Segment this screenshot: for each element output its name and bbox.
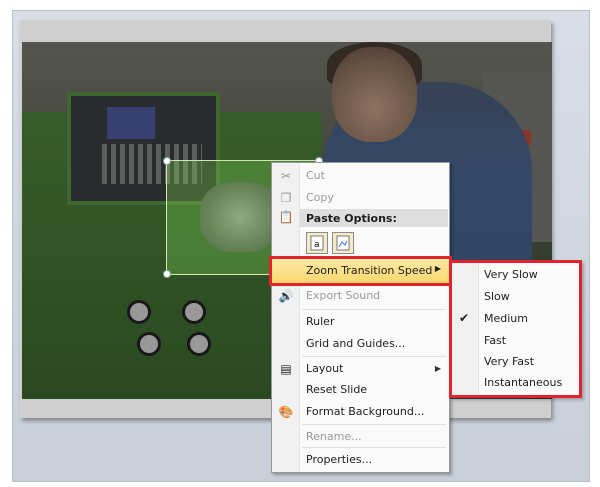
menu-separator bbox=[302, 356, 446, 357]
submenu-item-instantaneous[interactable]: Instantaneous bbox=[452, 372, 579, 394]
selection-handle[interactable] bbox=[163, 270, 171, 278]
paste-picture-icon[interactable] bbox=[332, 232, 354, 254]
menu-separator bbox=[302, 256, 446, 257]
menu-item-label: Copy bbox=[306, 191, 334, 204]
submenu-item-label: Instantaneous bbox=[484, 376, 563, 389]
submenu-arrow-icon: ▶ bbox=[434, 264, 441, 273]
menu-separator bbox=[302, 447, 446, 448]
copy-icon: ❐ bbox=[280, 191, 292, 205]
submenu-item-label: Slow bbox=[484, 290, 510, 303]
submenu-item-very-fast[interactable]: Very Fast bbox=[452, 351, 579, 373]
menu-item-rename[interactable]: Rename... bbox=[272, 426, 449, 448]
menu-separator bbox=[302, 424, 446, 425]
format-background-icon: 🎨 bbox=[278, 405, 294, 419]
menu-item-label: Layout bbox=[306, 362, 344, 375]
context-menu: ✂ Cut ❐ Copy 📋 Paste Options: a 🔊 Export… bbox=[271, 162, 450, 473]
export-sound-icon: 🔊 bbox=[278, 289, 294, 303]
layout-icon: ▤ bbox=[280, 362, 292, 376]
paste-options-label: Paste Options: bbox=[306, 212, 397, 225]
submenu-arrow-icon: ▶ bbox=[434, 364, 441, 373]
zoom-speed-submenu: Very Slow Slow ✔ Medium Fast Very Fast I… bbox=[449, 260, 582, 398]
checkmark-icon: ✔ bbox=[459, 311, 470, 325]
menu-item-format-background[interactable]: 🎨 Format Background... bbox=[272, 401, 449, 423]
menu-item-zoom-transition-speed[interactable]: Zoom Transition Speed ▶ bbox=[269, 256, 452, 286]
svg-text:a: a bbox=[314, 240, 320, 250]
menu-item-export-sound[interactable]: 🔊 Export Sound bbox=[272, 285, 449, 307]
menu-item-cut[interactable]: ✂ Cut bbox=[272, 165, 449, 187]
submenu-item-medium[interactable]: ✔ Medium bbox=[452, 308, 579, 330]
menu-item-label: Format Background... bbox=[306, 405, 425, 418]
submenu-item-very-slow[interactable]: Very Slow bbox=[452, 264, 579, 286]
menu-item-label: Grid and Guides... bbox=[306, 337, 406, 350]
submenu-item-fast[interactable]: Fast bbox=[452, 330, 579, 352]
menu-item-label: Zoom Transition Speed bbox=[306, 264, 433, 277]
menu-item-layout[interactable]: ▤ Layout ▶ bbox=[272, 358, 449, 380]
selection-handle[interactable] bbox=[163, 157, 171, 165]
menu-item-reset-slide[interactable]: Reset Slide bbox=[272, 379, 449, 401]
paste-options-header: Paste Options: bbox=[300, 209, 448, 227]
paste-icon: 📋 bbox=[278, 210, 294, 224]
menu-item-properties[interactable]: Properties... bbox=[272, 449, 449, 471]
menu-item-label: Export Sound bbox=[306, 289, 381, 302]
submenu-item-label: Fast bbox=[484, 334, 507, 347]
menu-item-grid-and-guides[interactable]: Grid and Guides... bbox=[272, 333, 449, 355]
submenu-item-label: Medium bbox=[484, 312, 528, 325]
menu-item-label: Reset Slide bbox=[306, 383, 368, 396]
submenu-item-label: Very Fast bbox=[484, 355, 535, 368]
menu-item-copy[interactable]: ❐ Copy bbox=[272, 187, 449, 209]
menu-item-label: Ruler bbox=[306, 315, 335, 328]
menu-item-label: Cut bbox=[306, 169, 325, 182]
menu-item-label: Properties... bbox=[306, 453, 373, 466]
menu-separator bbox=[302, 309, 446, 310]
paste-keep-text-icon[interactable]: a bbox=[306, 232, 328, 254]
submenu-item-label: Very Slow bbox=[484, 268, 538, 281]
menu-item-ruler[interactable]: Ruler bbox=[272, 311, 449, 333]
submenu-item-slow[interactable]: Slow bbox=[452, 286, 579, 308]
scissors-icon: ✂ bbox=[280, 169, 292, 183]
menu-item-label: Rename... bbox=[306, 430, 362, 443]
